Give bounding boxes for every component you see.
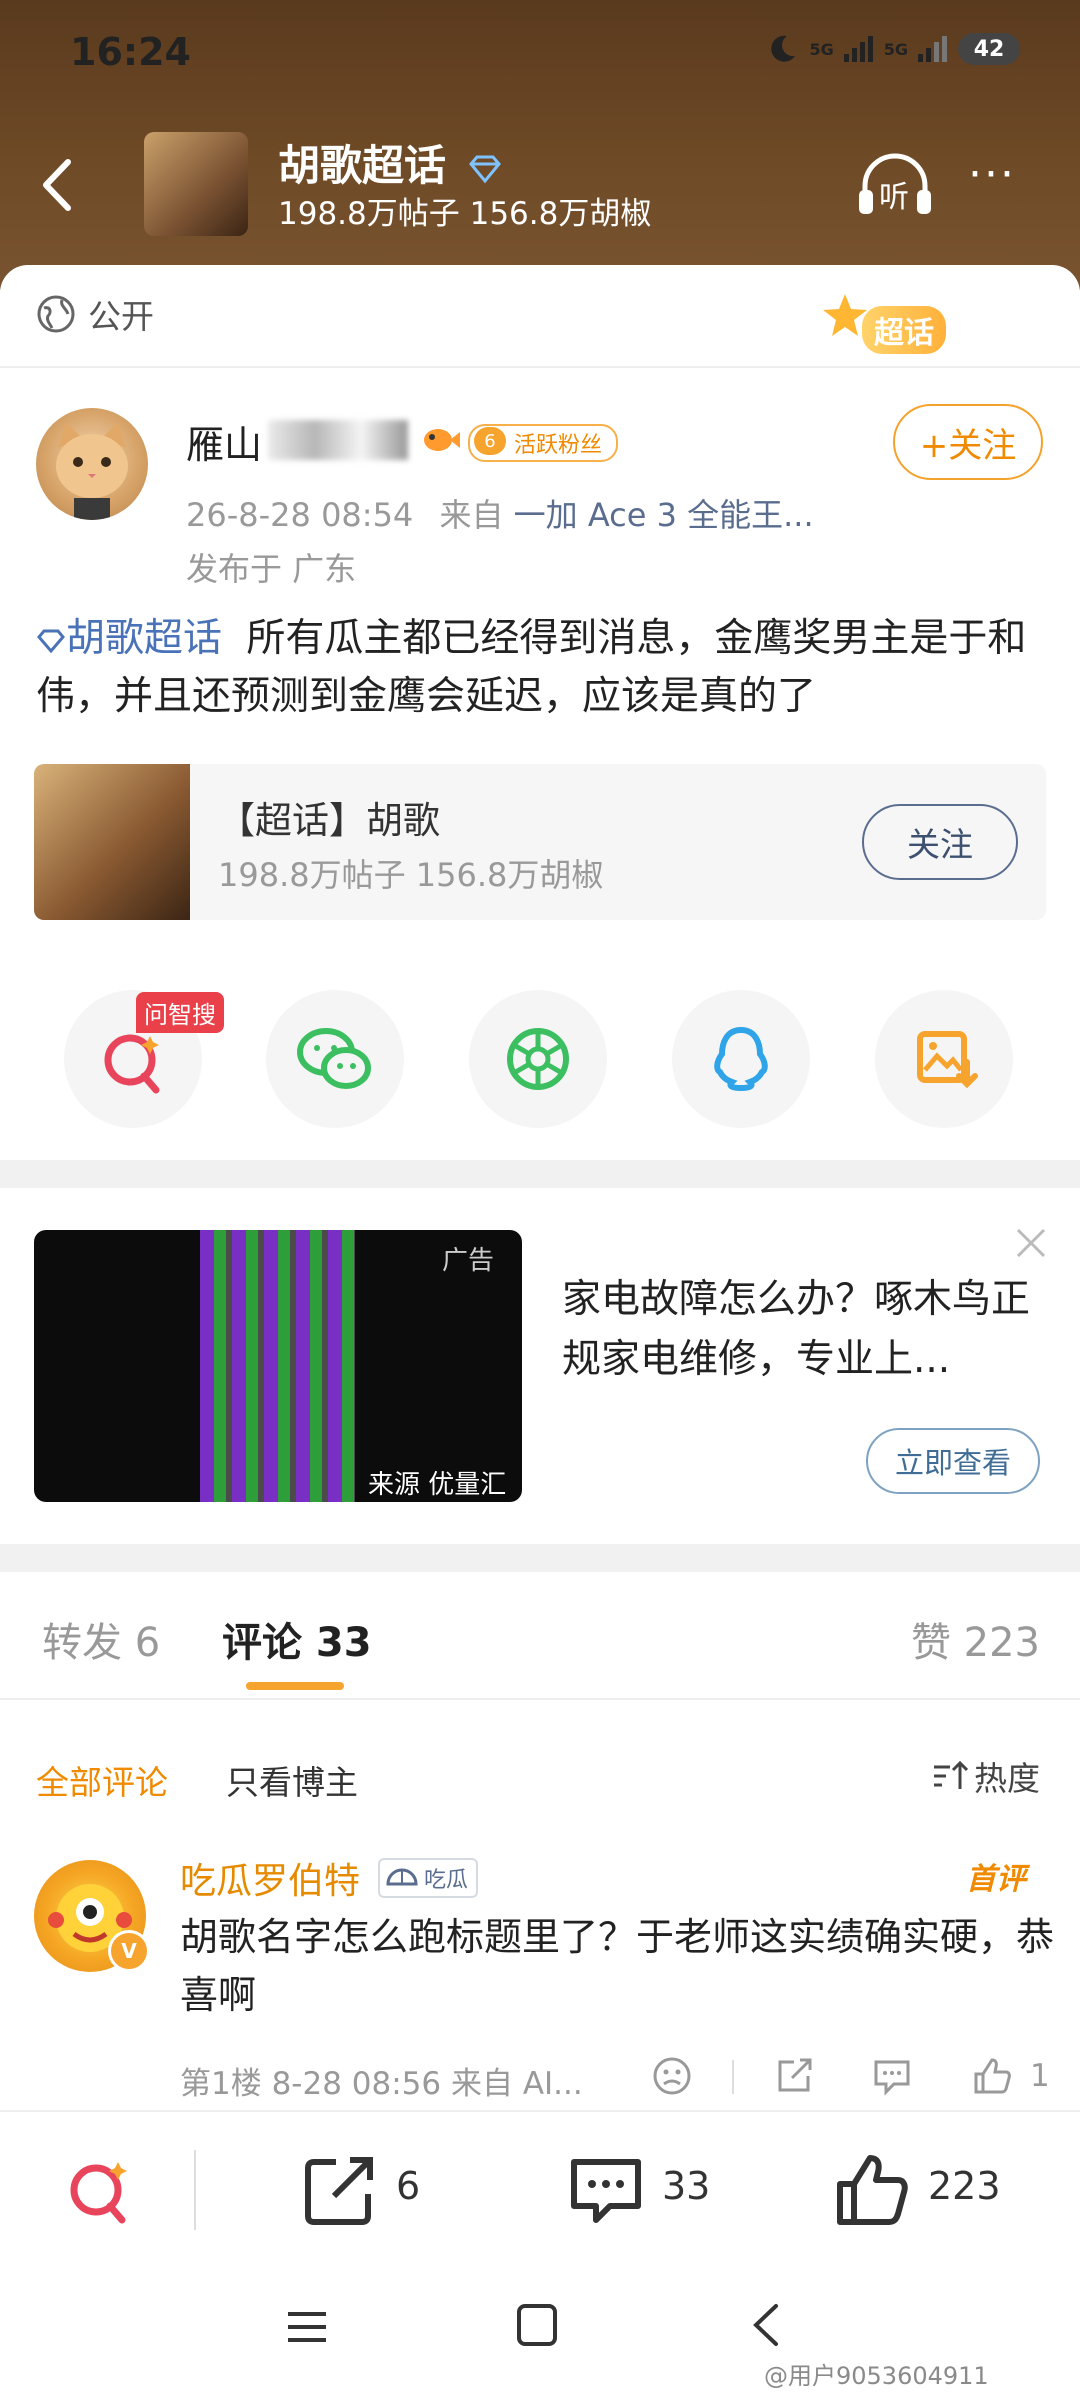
source-prefix: 来自 <box>439 496 504 534</box>
chaohua-badge-label: 超话 <box>862 306 946 354</box>
topic-card-title: 【超话】胡歌 <box>218 799 440 842</box>
topic-tag-label: 胡歌超话 <box>66 616 223 661</box>
share-moments-button[interactable] <box>469 990 607 1128</box>
topic-card-thumbnail <box>34 764 190 920</box>
tab-comment[interactable]: 评论 33 <box>222 1610 372 1668</box>
signal-icon-2 <box>918 36 947 62</box>
share-wechat-button[interactable] <box>266 990 404 1128</box>
username-mosaic <box>268 420 408 460</box>
ad-text[interactable]: 家电故障怎么办？啄木鸟正规家电维修，专业上... <box>562 1270 1042 1390</box>
comment-reply-icon[interactable] <box>870 2054 914 2098</box>
author-username[interactable]: 雁山 <box>186 414 262 469</box>
topic-card-stats: 198.8万帖子 156.8万胡椒 <box>218 856 604 894</box>
network-label-2: 5G <box>883 39 908 59</box>
filter-author-only[interactable]: 只看博主 <box>226 1756 358 1804</box>
listen-label: 听 <box>879 180 909 215</box>
section-separator <box>0 1160 1080 1188</box>
section-separator-2 <box>0 1544 1080 1572</box>
back-arrow-icon[interactable] <box>30 150 86 220</box>
globe-icon <box>37 295 75 333</box>
tab-like[interactable]: 赞 223 <box>911 1610 1040 1668</box>
wenzhisou-tag: 问智搜 <box>136 992 224 1033</box>
comment-text: 胡歌名字怎么跑标题里了？于老师这实绩确实硬，恭喜啊 <box>180 1915 1055 2017</box>
comment-like-count: 1 <box>1030 2058 1050 2094</box>
cat-avatar-icon <box>56 422 128 520</box>
repost-icon[interactable] <box>300 2150 380 2230</box>
battery-indicator: 42 <box>958 33 1020 65</box>
bottom-action-bar <box>0 2110 1080 2272</box>
topic-title[interactable]: 胡歌超话 <box>278 132 503 193</box>
diamond-tag-icon <box>37 629 65 654</box>
action-divider <box>732 2060 734 2094</box>
post-source-device[interactable]: 一加 Ace 3 全能王... <box>514 496 814 534</box>
comment-meta: 第1楼 8-28 08:56 来自 AI... <box>180 2066 583 2102</box>
network-label-1: 5G <box>809 39 834 59</box>
active-fan-badge: 6 活跃粉丝 <box>468 424 619 462</box>
status-time: 16:24 <box>70 30 191 74</box>
follow-button[interactable]: +关注 <box>893 404 1043 480</box>
post-meta: 26-8-28 08:54 来自 一加 Ace 3 全能王... <box>186 490 814 536</box>
signal-icon <box>843 36 873 62</box>
home-icon[interactable] <box>514 2300 560 2350</box>
ad-label: 广告 <box>442 1246 495 1276</box>
save-image-button[interactable] <box>875 990 1013 1128</box>
divider <box>0 366 1080 368</box>
ai-search-bottom-icon[interactable] <box>60 2152 140 2232</box>
topic-card-follow-button[interactable]: 关注 <box>862 804 1018 880</box>
first-comment-label: 首评 <box>966 1862 1026 1897</box>
topic-stats: 198.8万帖子 156.8万胡椒 <box>278 196 652 232</box>
like-icon[interactable] <box>832 2150 912 2230</box>
commenter-name[interactable]: 吃瓜罗伯特 <box>180 1852 360 1904</box>
filter-all-comments[interactable]: 全部评论 <box>36 1756 168 1804</box>
topic-tag-link[interactable]: 胡歌超话 <box>36 616 222 661</box>
bottom-divider <box>194 2150 196 2230</box>
visibility-label: 公开 <box>88 297 154 336</box>
status-icons: 5G 5G 42 <box>765 32 1020 66</box>
moon-icon <box>771 35 796 62</box>
diamond-icon <box>468 155 501 183</box>
chaohua-badge: 超话 <box>820 290 990 360</box>
save-image-icon <box>917 1031 978 1089</box>
share-qq-button[interactable] <box>672 990 810 1128</box>
sort-icon <box>934 1760 968 1789</box>
visibility-row: 公开 <box>36 290 154 338</box>
tab-repost[interactable]: 转发 6 <box>42 1610 160 1668</box>
verified-badge: V <box>108 1930 150 1972</box>
comment-like-icon[interactable] <box>970 2054 1014 2098</box>
topic-thumbnail[interactable] <box>144 132 248 236</box>
sort-button[interactable]: 热度 <box>932 1752 1040 1800</box>
ad-cta-button[interactable]: 立即查看 <box>866 1428 1040 1494</box>
tabs-divider <box>0 1698 1080 1700</box>
active-tab-indicator <box>246 1682 344 1690</box>
fish-badge-icon <box>424 429 460 451</box>
close-icon[interactable] <box>1010 1222 1052 1264</box>
menu-icon[interactable] <box>284 2304 330 2350</box>
watermark: @用户9053604911 <box>764 2362 989 2390</box>
wechat-icon <box>297 1028 371 1089</box>
sort-label: 热度 <box>974 1759 1040 1798</box>
commenter-badge-label: 吃瓜 <box>424 1868 469 1893</box>
author-avatar[interactable] <box>36 408 148 520</box>
like-count: 223 <box>928 2164 1001 2208</box>
moments-icon <box>507 1028 569 1090</box>
ad-video-frame <box>200 1230 355 1502</box>
melon-icon <box>386 1868 418 1886</box>
comment-count: 33 <box>662 2164 711 2208</box>
repost-count: 6 <box>396 2164 421 2208</box>
fan-badge-label: 活跃粉丝 <box>514 433 603 458</box>
more-button[interactable]: ··· <box>968 153 1040 208</box>
post-location: 发布于 广东 <box>186 550 357 588</box>
nav-back-icon[interactable] <box>744 2300 790 2350</box>
dislike-face-icon[interactable] <box>650 2054 694 2098</box>
fan-level: 6 <box>474 427 506 455</box>
comment-icon[interactable] <box>566 2150 646 2230</box>
post-body: 胡歌超话 所有瓜主都已经得到消息，金鹰奖男主是于和伟，并且还预测到金鹰会延迟，应… <box>36 610 1046 726</box>
post-timestamp: 26-8-28 08:54 <box>186 496 414 534</box>
ad-source: 来源 优量汇 <box>368 1470 507 1500</box>
comment-share-icon[interactable] <box>772 2054 816 2098</box>
qq-icon <box>714 1026 768 1092</box>
listen-button[interactable]: 听 <box>855 150 935 220</box>
commenter-badge: 吃瓜 <box>378 1858 479 1898</box>
